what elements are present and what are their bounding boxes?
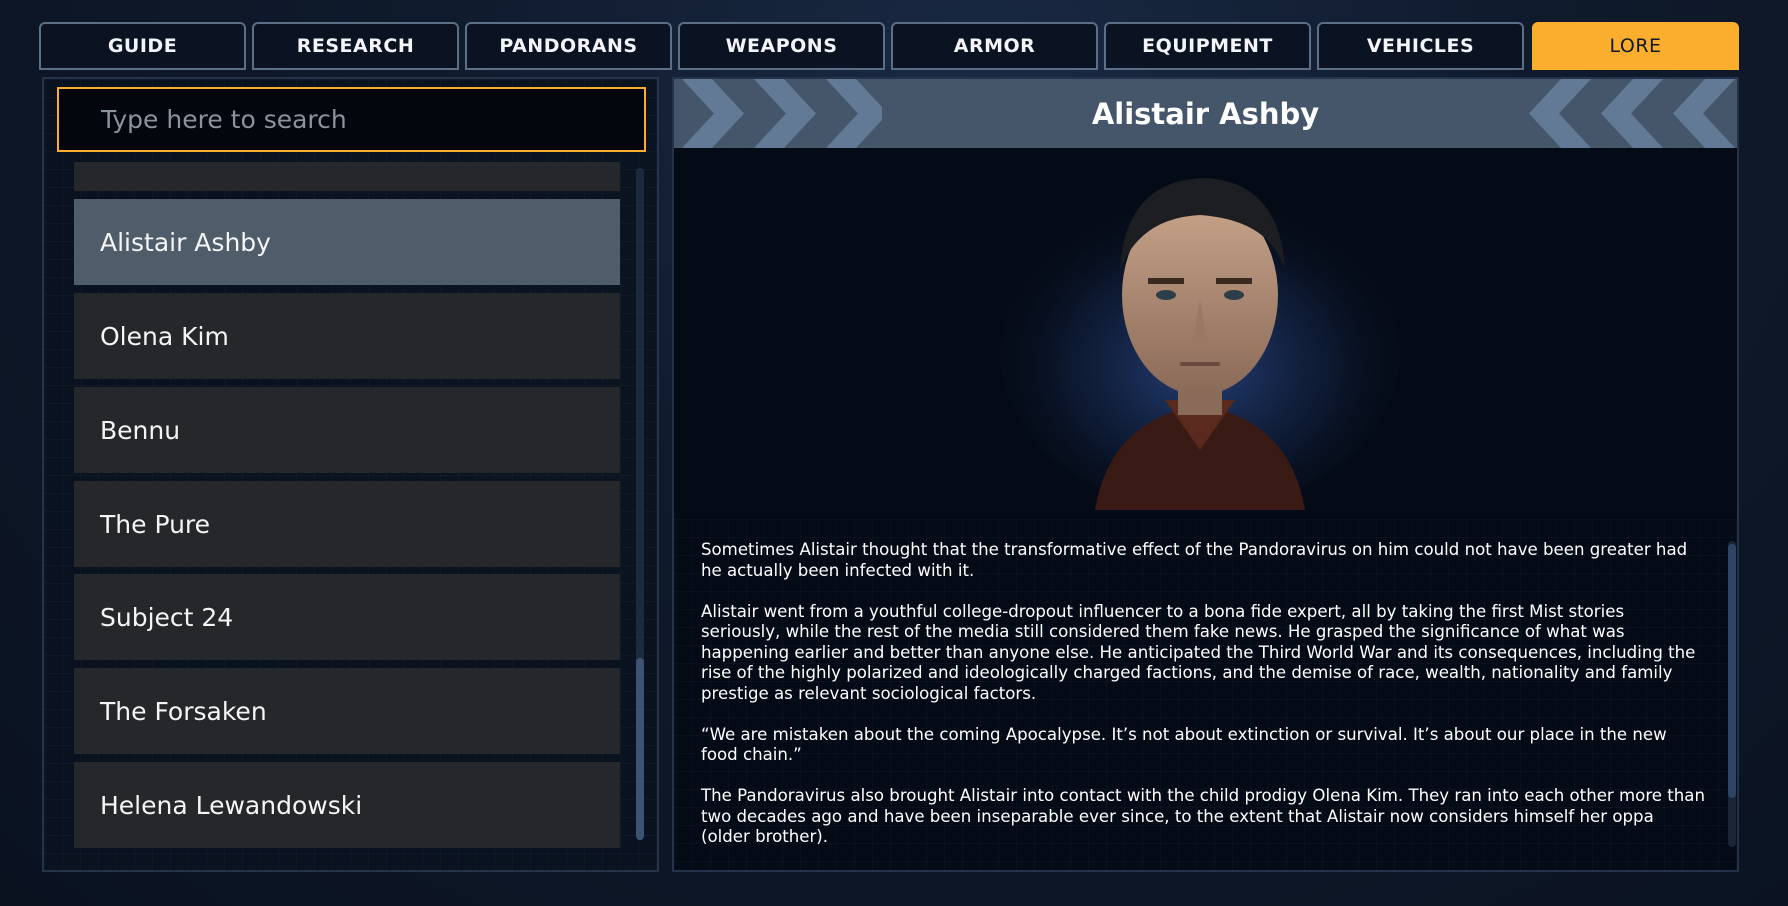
list-item-bennu[interactable]: Bennu xyxy=(74,387,620,473)
lore-paragraph: Sometimes Alistair thought that the tran… xyxy=(701,540,1688,580)
tab-research[interactable]: RESEARCH xyxy=(252,22,459,70)
search-input[interactable] xyxy=(99,104,644,135)
list-item-partial[interactable] xyxy=(74,162,620,191)
tab-armor[interactable]: ARMOR xyxy=(891,22,1098,70)
list-item-label: Olena Kim xyxy=(100,321,229,351)
list-item-label: Alistair Ashby xyxy=(100,227,271,257)
lore-paragraph: The Pandoravirus also brought Alistair i… xyxy=(701,786,1705,846)
list-item-label: Helena Lewandowski xyxy=(100,790,363,820)
list-item-label: Bennu xyxy=(100,415,181,445)
lore-text: Sometimes Alistair thought that the tran… xyxy=(701,540,1706,868)
list-item-label: The Forsaken xyxy=(100,696,267,726)
lore-quote: “We are mistaken about the coming Apocal… xyxy=(701,724,1667,765)
list-item-the-pure[interactable]: The Pure xyxy=(74,481,620,567)
category-tabs: GUIDE RESEARCH PANDORANS WEAPONS ARMOR E… xyxy=(39,22,1739,72)
list-item-the-forsaken[interactable]: The Forsaken xyxy=(74,668,620,754)
list-item-helena-lewandowski[interactable]: Helena Lewandowski xyxy=(74,762,620,848)
list-scrollbar-thumb[interactable] xyxy=(636,658,644,840)
entry-list: Alistair Ashby Olena Kim Bennu The Pure … xyxy=(74,162,620,851)
lore-paragraph: Alistair went from a youthful college-dr… xyxy=(701,601,1696,703)
portrait-icon xyxy=(1000,150,1400,510)
tab-vehicles[interactable]: VEHICLES xyxy=(1317,22,1524,70)
list-item-label: Subject 24 xyxy=(100,602,234,632)
tab-guide[interactable]: GUIDE xyxy=(39,22,246,70)
search-box[interactable] xyxy=(57,87,646,152)
tab-pandorans[interactable]: PANDORANS xyxy=(465,22,672,70)
detail-header: Alistair Ashby xyxy=(674,79,1737,148)
list-item-label: The Pure xyxy=(100,509,211,539)
tab-lore[interactable]: LORE xyxy=(1532,22,1739,70)
list-item-olena-kim[interactable]: Olena Kim xyxy=(74,293,620,379)
list-item-alistair-ashby[interactable]: Alistair Ashby xyxy=(74,199,620,285)
list-item-subject-24[interactable]: Subject 24 xyxy=(74,574,620,660)
tab-weapons[interactable]: WEAPONS xyxy=(678,22,885,70)
tab-equipment[interactable]: EQUIPMENT xyxy=(1104,22,1311,70)
detail-title: Alistair Ashby xyxy=(1091,96,1320,131)
lore-scrollbar-thumb[interactable] xyxy=(1728,544,1736,798)
